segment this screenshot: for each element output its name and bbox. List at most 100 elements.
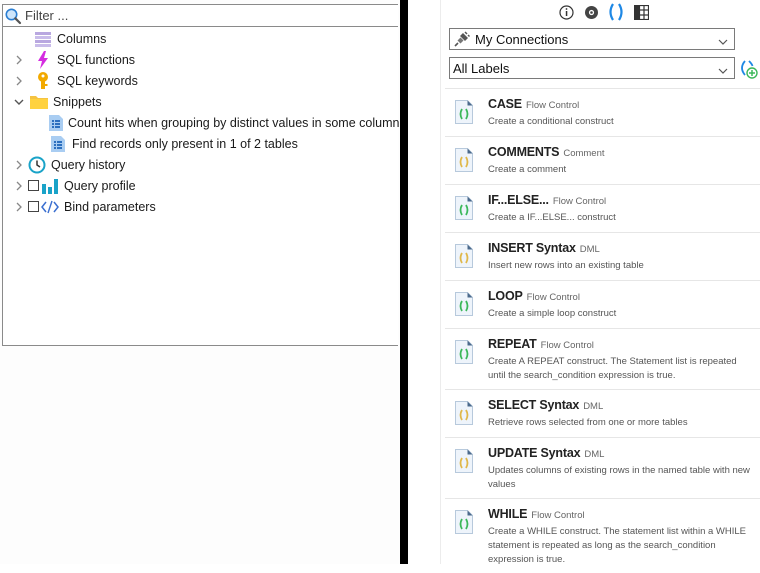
chevron-down-icon[interactable] xyxy=(718,34,728,49)
tree-item-query-history[interactable]: Query history xyxy=(3,154,398,175)
snippet-description: Create A REPEAT construct. The Statement… xyxy=(488,356,737,381)
snippet-item[interactable]: LOOP Flow Control Create a simple loop con… xyxy=(445,280,760,328)
query-profile-checkbox[interactable] xyxy=(28,180,39,191)
snippet-name: LOOP xyxy=(488,289,523,303)
snippet-item[interactable]: INSERT Syntax DML Insert new rows into an … xyxy=(445,232,760,280)
snippet-description: Retrieve rows selected from one or more … xyxy=(488,417,688,428)
tree-item-label: Snippets xyxy=(53,94,102,109)
parentheses-icon[interactable] xyxy=(608,3,624,21)
snippet-title-row: SELECT Syntax DML xyxy=(488,398,754,412)
lightning-icon xyxy=(34,50,52,69)
snippet-file-icon xyxy=(455,196,473,220)
tree-item-columns[interactable]: Columns xyxy=(3,28,398,49)
snippet-doc-icon xyxy=(49,135,67,153)
tree-item-label: Columns xyxy=(57,31,107,46)
snippet-name: CASE xyxy=(488,97,522,111)
chevron-right-icon[interactable] xyxy=(13,180,25,192)
tree-item-snippets[interactable]: Snippets xyxy=(3,91,398,112)
panel-edge-line xyxy=(440,0,441,564)
chevron-down-icon[interactable] xyxy=(13,96,25,108)
info-icon[interactable] xyxy=(558,4,574,20)
snippet-item[interactable]: REPEAT Flow Control Create A REPEAT constr… xyxy=(445,328,760,389)
snippet-title-row: IF...ELSE... Flow Control xyxy=(488,193,754,207)
snippet-name: COMMENTS xyxy=(488,145,560,159)
chevron-right-icon[interactable] xyxy=(13,54,25,66)
snippet-name: WHILE xyxy=(488,507,528,521)
snippet-name: UPDATE Syntax xyxy=(488,446,581,460)
snippet-title-row: WHILE Flow Control xyxy=(488,507,754,521)
snippet-title-row: CASE Flow Control xyxy=(488,97,754,111)
labels-select[interactable]: All Labels xyxy=(449,57,735,79)
bind-parameters-checkbox[interactable] xyxy=(28,201,39,212)
snippet-file-icon xyxy=(455,401,473,425)
plug-icon xyxy=(454,31,470,47)
snippet-category: Flow Control xyxy=(552,196,607,207)
tree-item-bind-parameters[interactable]: Bind parameters xyxy=(3,196,398,217)
grid-icon[interactable] xyxy=(633,4,649,20)
left-panel: Columns SQL functions xyxy=(0,0,400,564)
code-tag-icon xyxy=(41,198,59,216)
snippet-category: Flow Control xyxy=(531,510,585,521)
snippet-description: Create a simple loop construct xyxy=(488,308,617,319)
chevron-right-icon[interactable] xyxy=(13,201,25,213)
snippet-category: Flow Control xyxy=(525,100,580,111)
tree-item-snippet[interactable]: Find records only present in 1 of 2 tabl… xyxy=(3,133,398,154)
tree-item-query-profile[interactable]: Query profile xyxy=(3,175,398,196)
snippet-description: Create a IF...ELSE... construct xyxy=(488,212,616,223)
snippet-category: DML xyxy=(584,449,605,460)
snippet-name: IF...ELSE... xyxy=(488,193,549,207)
snippet-item[interactable]: IF...ELSE... Flow Control Create a IF...EL… xyxy=(445,184,760,232)
tree-item-snippet[interactable]: Count hits when grouping by distinct val… xyxy=(3,112,400,133)
snippet-title-row: INSERT Syntax DML xyxy=(488,241,754,255)
snippet-name: SELECT Syntax xyxy=(488,398,580,412)
snippet-description: Insert new rows into an existing table xyxy=(488,260,644,271)
tree-item-label: Count hits when grouping by distinct val… xyxy=(68,115,400,130)
snippet-category: Flow Control xyxy=(526,292,580,303)
connection-select[interactable]: My Connections xyxy=(449,28,735,50)
snippet-item[interactable]: CASE Flow Control Create a conditional con… xyxy=(445,88,760,136)
snippet-file-icon xyxy=(455,244,473,268)
snippet-doc-icon xyxy=(49,114,63,132)
labels-select-value: All Labels xyxy=(453,60,510,76)
snippets-panel: My Connections All Labels CASE Flow Contr… xyxy=(408,0,760,565)
snippet-title-row: REPEAT Flow Control xyxy=(488,337,754,351)
snippet-item[interactable]: WHILE Flow Control Create a WHILE construc… xyxy=(445,498,760,573)
snippet-description: Create a comment xyxy=(488,164,567,175)
snippet-toolbar xyxy=(558,2,649,22)
chevron-right-icon[interactable] xyxy=(13,75,25,87)
snippet-list: CASE Flow Control Create a conditional con… xyxy=(445,88,760,573)
snippet-title-row: COMMENTS Comment xyxy=(488,145,754,159)
snippet-item[interactable]: UPDATE Syntax DML Updates columns of exist… xyxy=(445,437,760,498)
snippet-item[interactable]: SELECT Syntax DML Retrieve rows selected f… xyxy=(445,389,760,437)
tree-item-sql-functions[interactable]: SQL functions xyxy=(3,49,398,70)
chevron-down-icon[interactable] xyxy=(718,63,728,78)
key-icon xyxy=(34,71,52,90)
snippet-file-icon xyxy=(455,292,473,316)
snippet-file-icon xyxy=(455,100,473,124)
eye-icon[interactable] xyxy=(583,4,599,20)
snippet-description: Updates columns of existing rows in the … xyxy=(488,465,750,490)
snippet-description: Create a WHILE construct. The statement … xyxy=(488,526,747,565)
snippet-category: DML xyxy=(583,401,604,412)
panel-divider xyxy=(400,0,408,564)
snippet-category: Comment xyxy=(563,148,605,159)
columns-icon xyxy=(34,30,52,48)
chevron-right-icon[interactable] xyxy=(13,159,25,171)
snippet-category: DML xyxy=(579,244,600,255)
tree-item-label: Query history xyxy=(51,157,126,172)
snippet-name: INSERT Syntax xyxy=(488,241,576,255)
add-snippet-icon[interactable] xyxy=(738,59,758,79)
connection-select-value: My Connections xyxy=(475,31,569,47)
tree-item-label: Query profile xyxy=(64,178,136,193)
filter-bar xyxy=(3,5,398,27)
folder-icon xyxy=(30,93,48,111)
object-browser: Columns SQL functions xyxy=(2,4,400,346)
tree-item-sql-keywords[interactable]: SQL keywords xyxy=(3,70,398,91)
snippet-item[interactable]: COMMENTS Comment Create a comment xyxy=(445,136,760,184)
filter-input[interactable] xyxy=(22,8,365,23)
clock-icon xyxy=(28,156,46,174)
snippet-file-icon xyxy=(455,510,473,534)
tree: Columns SQL functions SQL keywords Snipp… xyxy=(3,28,400,217)
tree-item-label: Bind parameters xyxy=(64,199,156,214)
tree-item-label: SQL keywords xyxy=(57,73,138,88)
